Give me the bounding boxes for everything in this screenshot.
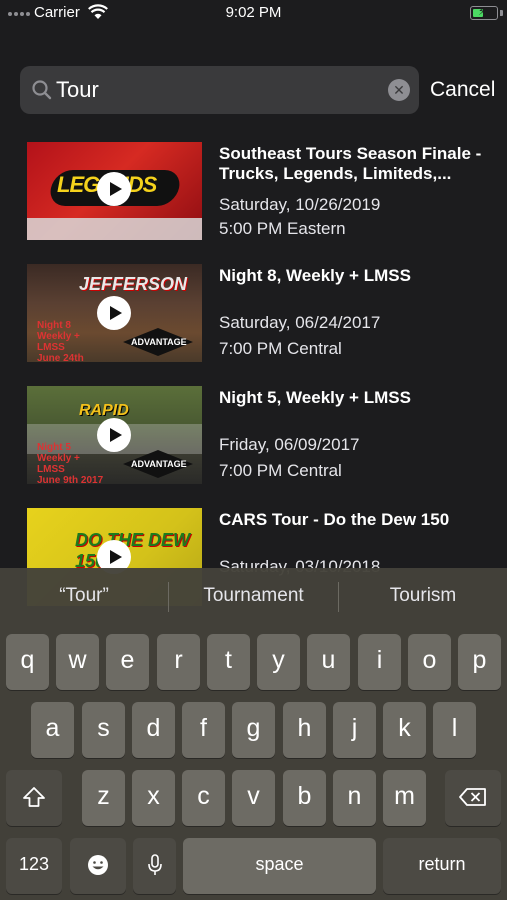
thumbnail-brand-text: DO THE DEW 150 (75, 530, 190, 571)
key-o[interactable]: o (408, 634, 451, 690)
key-f[interactable]: f (182, 702, 225, 758)
battery-tip (500, 10, 503, 16)
keyboard: “Tour” Tournament Tourism q w e r t y u … (0, 568, 507, 900)
key-r[interactable]: r (157, 634, 200, 690)
result-date: Friday, 06/09/2017 (219, 435, 360, 454)
key-p[interactable]: p (458, 634, 501, 690)
clear-search-button[interactable]: ✕ (388, 79, 410, 101)
result-title: Southeast Tours Season Finale - Trucks, … (219, 144, 482, 183)
key-g[interactable]: g (232, 702, 275, 758)
key-v[interactable]: v (232, 770, 275, 826)
result-title: Night 8, Weekly + LMSS (219, 266, 411, 285)
result-time: 7:00 PM Central (219, 339, 342, 358)
thumbnail-banner-text: ADVANTAGE (131, 337, 187, 347)
status-bar: Carrier 9:02 PM ⚡ (0, 0, 507, 28)
key-l[interactable]: l (433, 702, 476, 758)
predictive-text-bar: “Tour” Tournament Tourism (0, 568, 507, 626)
cancel-button[interactable]: Cancel (430, 78, 495, 102)
key-s[interactable]: s (82, 702, 125, 758)
key-z[interactable]: z (82, 770, 125, 826)
search-icon (32, 80, 52, 100)
delete-key[interactable] (445, 770, 501, 826)
battery-icon: ⚡ (470, 6, 498, 20)
key-u[interactable]: u (307, 634, 350, 690)
result-time: 7:00 PM Central (219, 461, 342, 480)
result-date: Saturday, 06/24/2017 (219, 313, 381, 332)
result-item[interactable]: LEGENDS Southeast Tours Season Finale - … (0, 128, 507, 250)
search-input[interactable] (56, 72, 376, 108)
result-date: Saturday, 10/26/2019 (219, 195, 381, 214)
key-d[interactable]: d (132, 702, 175, 758)
return-key[interactable]: return (383, 838, 501, 894)
prediction-1[interactable]: “Tour” (0, 585, 168, 607)
key-h[interactable]: h (283, 702, 326, 758)
emoji-key[interactable] (70, 838, 126, 894)
video-thumbnail[interactable]: JEFFERSON Night 8 Weekly + LMSS June 24th … (27, 264, 202, 362)
result-time: 5:00 PM Eastern (219, 219, 346, 238)
play-icon (97, 172, 131, 206)
video-thumbnail[interactable]: RAPID Night 5 Weekly + LMSS June 9th 2017 … (27, 386, 202, 484)
result-item[interactable]: JEFFERSON Night 8 Weekly + LMSS June 24th … (0, 250, 507, 372)
key-w[interactable]: w (56, 634, 99, 690)
play-icon (97, 418, 131, 452)
search-bar[interactable]: ✕ (20, 66, 419, 114)
key-y[interactable]: y (257, 634, 300, 690)
key-t[interactable]: t (207, 634, 250, 690)
clock: 9:02 PM (225, 4, 282, 21)
shift-icon (23, 787, 45, 808)
key-b[interactable]: b (283, 770, 326, 826)
dictation-key[interactable] (133, 838, 176, 894)
thumbnail-brand-text: RAPID (79, 402, 129, 419)
play-icon (97, 296, 131, 330)
key-m[interactable]: m (383, 770, 426, 826)
prediction-2[interactable]: Tournament (169, 585, 338, 607)
key-x[interactable]: x (132, 770, 175, 826)
key-n[interactable]: n (333, 770, 376, 826)
numbers-key[interactable]: 123 (6, 838, 62, 894)
space-key[interactable]: space (183, 838, 376, 894)
thumbnail-banner-text: ADVANTAGE (131, 459, 187, 469)
result-item[interactable]: RAPID Night 5 Weekly + LMSS June 9th 2017 … (0, 372, 507, 494)
key-c[interactable]: c (182, 770, 225, 826)
shift-key[interactable] (6, 770, 62, 826)
emoji-icon (88, 855, 108, 876)
result-title: CARS Tour - Do the Dew 150 (219, 510, 450, 529)
prediction-3[interactable]: Tourism (339, 585, 507, 607)
backspace-icon (459, 788, 486, 807)
key-i[interactable]: i (358, 634, 401, 690)
video-thumbnail[interactable]: LEGENDS (27, 142, 202, 240)
result-title: Night 5, Weekly + LMSS (219, 388, 411, 407)
key-q[interactable]: q (6, 634, 49, 690)
key-a[interactable]: a (31, 702, 74, 758)
key-e[interactable]: e (106, 634, 149, 690)
microphone-icon (147, 854, 162, 876)
key-j[interactable]: j (333, 702, 376, 758)
key-k[interactable]: k (383, 702, 426, 758)
thumbnail-brand-text: JEFFERSON (79, 274, 188, 294)
